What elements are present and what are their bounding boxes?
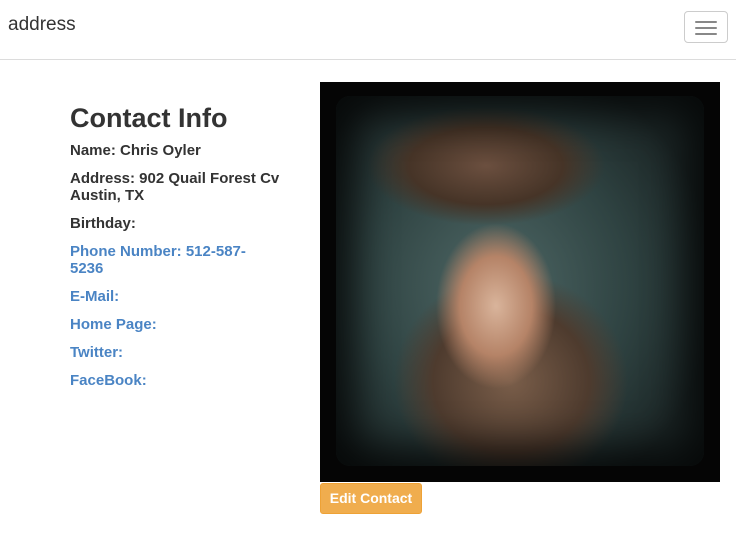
contact-name: Name: Chris Oyler bbox=[70, 142, 201, 159]
contact-address: Address: 902 Quail Forest Cv Austin, TX bbox=[70, 170, 302, 204]
contact-info-panel: Contact Info Name: Chris Oyler Address: … bbox=[70, 100, 302, 400]
contact-address-line2: Austin, TX bbox=[70, 187, 145, 204]
contact-twitter-link[interactable]: Twitter: bbox=[70, 344, 302, 361]
contact-photo bbox=[320, 82, 720, 482]
contact-phone-line1: Phone Number: 512-587- bbox=[70, 243, 246, 260]
contact-email-link[interactable]: E-Mail: bbox=[70, 288, 302, 305]
contact-birthday: Birthday: bbox=[70, 215, 136, 232]
contact-homepage-link[interactable]: Home Page: bbox=[70, 316, 302, 333]
contact-phone-link[interactable]: Phone Number: 512-587- 5236 bbox=[70, 243, 302, 277]
page-title: Contact Info bbox=[70, 103, 228, 133]
contact-photo-vignette bbox=[336, 96, 704, 466]
contact-address-line1: Address: 902 Quail Forest Cv bbox=[70, 170, 280, 187]
navbar: address bbox=[0, 0, 736, 60]
brand-link[interactable]: address bbox=[8, 14, 76, 36]
hamburger-menu-icon-bar bbox=[695, 27, 717, 29]
hamburger-menu-icon-bar bbox=[695, 33, 717, 35]
edit-contact-button[interactable]: Edit Contact bbox=[320, 483, 422, 514]
contact-phone-line2: 5236 bbox=[70, 260, 104, 277]
contact-facebook-link[interactable]: FaceBook: bbox=[70, 372, 302, 389]
hamburger-menu-icon bbox=[695, 21, 717, 23]
navbar-toggle-button[interactable] bbox=[684, 11, 728, 43]
